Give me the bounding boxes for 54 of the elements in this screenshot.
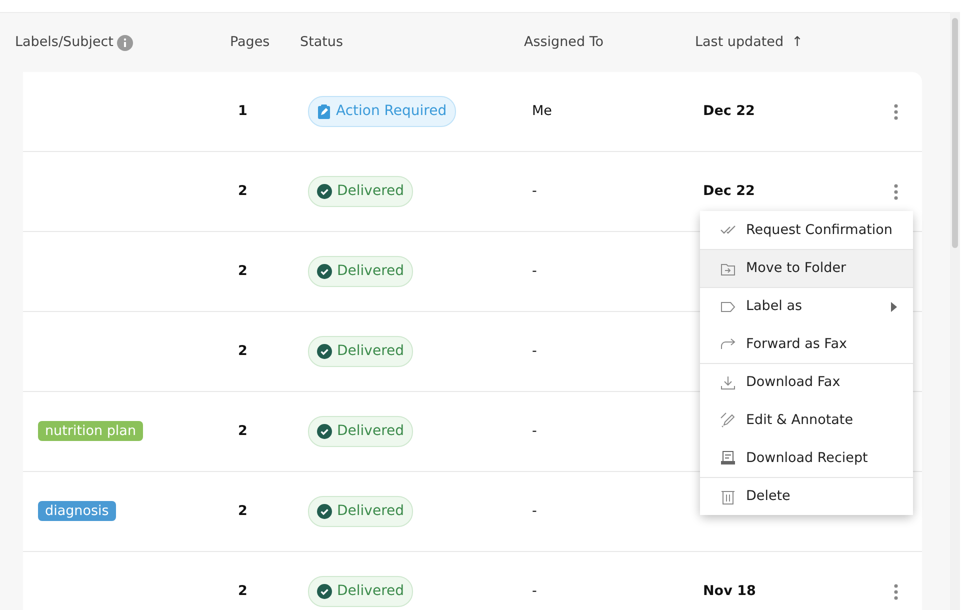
menu-item[interactable]: Label as xyxy=(700,287,913,325)
kebab-icon xyxy=(894,584,898,600)
menu-item[interactable]: Download Fax xyxy=(700,363,913,401)
check-circle-icon xyxy=(317,424,332,439)
forward-arrow-icon xyxy=(720,336,736,352)
menu-item[interactable]: Delete xyxy=(700,477,913,515)
page-count: 2 xyxy=(238,343,248,360)
menu-item[interactable]: Request Confirmation xyxy=(700,211,913,249)
date-text: Dec 22 xyxy=(703,103,755,120)
download-icon xyxy=(720,374,736,390)
page-count: 2 xyxy=(238,183,248,200)
check-circle-icon xyxy=(317,584,332,599)
column-header: Pages xyxy=(230,33,270,52)
menu-item[interactable]: Edit & Annotate xyxy=(700,401,913,439)
assignee: Me xyxy=(532,103,552,120)
date-text: Dec 22 xyxy=(703,183,755,200)
status-pill: Delivered xyxy=(308,256,414,287)
clipboard-icon xyxy=(317,104,331,119)
assignee: - xyxy=(532,343,537,360)
status-pill: Delivered xyxy=(308,336,414,367)
assignee: - xyxy=(532,503,537,520)
status-pill: Delivered xyxy=(308,416,414,447)
page-count: 2 xyxy=(238,503,248,520)
status-pill: Delivered xyxy=(308,496,414,527)
check-circle-icon xyxy=(317,504,332,519)
menu-item[interactable]: Move to Folder xyxy=(700,249,913,287)
assignee: - xyxy=(532,583,537,600)
column-header: Assigned To xyxy=(524,33,604,52)
column-header: Status xyxy=(300,33,344,52)
page-count: 1 xyxy=(238,103,248,120)
sort-arrow[interactable]: ↑ xyxy=(792,32,803,53)
status-pill: Action Required xyxy=(308,96,456,127)
assignee: - xyxy=(532,423,537,440)
column-header: Last updated xyxy=(695,33,784,52)
scrollbar-thumb[interactable] xyxy=(952,18,958,248)
status-pill: Delivered xyxy=(308,576,414,607)
check-circle-icon xyxy=(317,344,332,359)
assignee: - xyxy=(532,183,537,200)
receipt-icon xyxy=(720,450,736,466)
kebab-icon xyxy=(894,104,898,120)
date-text: Nov 18 xyxy=(703,583,756,600)
kebab-icon xyxy=(894,184,898,200)
page-count: 2 xyxy=(238,263,248,280)
assignee: - xyxy=(532,263,537,280)
check-circle-icon xyxy=(317,184,332,199)
trash-icon xyxy=(720,488,736,504)
page-count: 2 xyxy=(238,583,248,600)
menu-item[interactable]: Forward as Fax xyxy=(700,325,913,363)
menu-item[interactable]: Download Reciept xyxy=(700,439,913,477)
pen-icon xyxy=(720,412,736,428)
status-pill: Delivered xyxy=(308,176,414,207)
check-circle-icon xyxy=(317,264,332,279)
page-count: 2 xyxy=(238,423,248,440)
column-header: Labels/Subject xyxy=(15,33,114,52)
